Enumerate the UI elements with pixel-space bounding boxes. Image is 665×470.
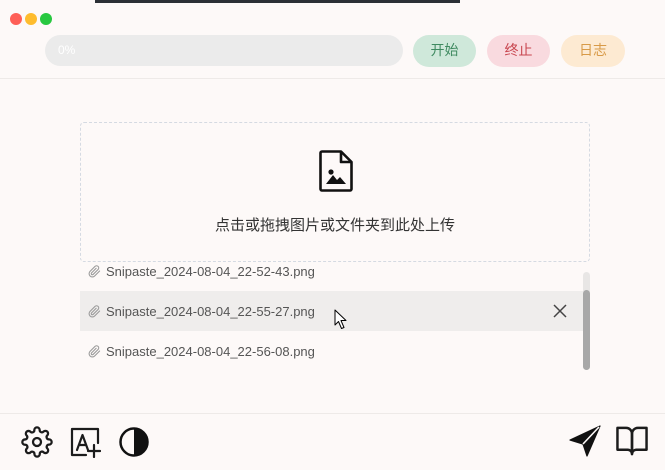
progress-label: 0% (58, 43, 76, 57)
footer-divider (0, 413, 665, 414)
gear-icon[interactable] (21, 426, 53, 458)
file-list-scrollbar[interactable] (583, 272, 590, 370)
window-close-button[interactable] (10, 13, 22, 25)
upload-hint: 点击或拖拽图片或文件夹到此处上传 (214, 216, 455, 234)
close-icon[interactable] (553, 304, 567, 318)
background-strip (95, 0, 460, 3)
file-image-icon (319, 150, 353, 192)
file-name: Snipaste_2024-08-04_22-55-27.png (106, 303, 315, 319)
file-name: Snipaste_2024-08-04_22-56-08.png (106, 343, 315, 359)
paperclip-icon (88, 264, 101, 278)
file-list-item[interactable]: Snipaste_2024-08-04_22-52-43.png (80, 264, 585, 291)
book-open-icon[interactable] (614, 425, 650, 457)
paperclip-icon (88, 304, 101, 318)
file-name: Snipaste_2024-08-04_22-52-43.png (106, 264, 315, 279)
upload-dropzone[interactable]: 点击或拖拽图片或文件夹到此处上传 (80, 122, 590, 262)
file-list-item[interactable]: Snipaste_2024-08-04_22-55-27.png (80, 291, 585, 331)
scrollbar-thumb[interactable] (583, 290, 590, 370)
file-list[interactable]: Snipaste_2024-08-04_22-52-43.png Snipast… (80, 264, 585, 372)
file-list-item[interactable]: Snipaste_2024-08-04_22-56-08.png (80, 331, 585, 371)
text-add-icon[interactable] (69, 426, 101, 458)
send-icon[interactable] (568, 424, 602, 458)
contrast-icon[interactable] (118, 426, 150, 458)
window-minimize-button[interactable] (25, 13, 37, 25)
log-button[interactable]: 日志 (561, 35, 625, 67)
header-divider (0, 78, 665, 79)
paperclip-icon (88, 344, 101, 358)
window-maximize-button[interactable] (40, 13, 52, 25)
progress-bar: 0% (45, 35, 403, 66)
stop-button[interactable]: 终止 (487, 35, 550, 67)
start-button[interactable]: 开始 (413, 35, 476, 67)
